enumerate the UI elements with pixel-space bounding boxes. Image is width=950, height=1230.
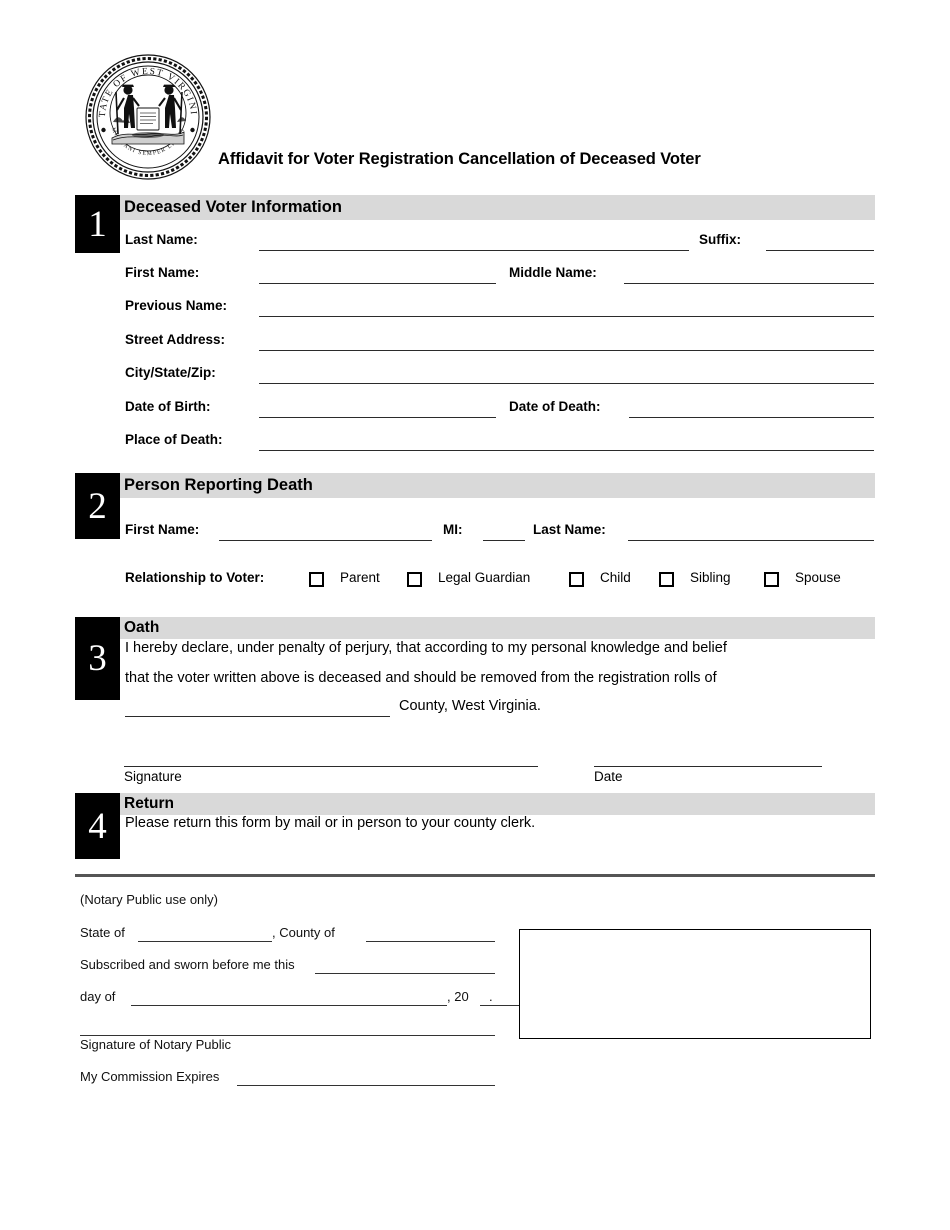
label-day-of: day of: [80, 989, 116, 1004]
row-place-of-death: Place of Death:: [0, 432, 950, 454]
label-first-name: First Name:: [125, 265, 200, 280]
checkbox-spouse[interactable]: [764, 572, 779, 587]
option-label-legal-guardian: Legal Guardian: [438, 570, 531, 585]
input-previous-name[interactable]: [259, 316, 874, 317]
input-day-of[interactable]: [131, 1005, 447, 1006]
label-middle-name: Middle Name:: [509, 265, 597, 280]
input-reporter-mi[interactable]: [483, 540, 525, 541]
input-street-address[interactable]: [259, 350, 874, 351]
row-last-name: Last Name: Suffix:: [0, 232, 950, 254]
input-middle-name[interactable]: [624, 283, 874, 284]
label-date-of-birth: Date of Birth:: [125, 399, 211, 414]
label-reporter-first-name: First Name:: [125, 522, 200, 537]
row-reporter-name: First Name: MI: Last Name:: [0, 522, 950, 544]
input-suffix[interactable]: [766, 250, 874, 251]
section-number-4: 4: [75, 793, 120, 859]
label-notary-county: , County of: [272, 925, 335, 940]
page-title: Affidavit for Voter Registration Cancell…: [218, 150, 701, 168]
row-city-state-zip: City/State/Zip:: [0, 365, 950, 387]
west-virginia-state-seal-icon: STATE OF WEST VIRGINIA MONTANI SEMPER LI…: [79, 45, 213, 182]
label-notary-signature: Signature of Notary Public: [80, 1037, 232, 1052]
label-street-address: Street Address:: [125, 332, 226, 347]
label-subscribed-sworn: Subscribed and sworn before me this: [80, 957, 295, 972]
document-header: STATE OF WEST VIRGINIA MONTANI SEMPER LI…: [0, 0, 950, 190]
option-label-sibling: Sibling: [690, 570, 731, 585]
label-relationship-to-voter: Relationship to Voter:: [125, 570, 265, 585]
oath-text-line-3-suffix: County, West Virginia.: [399, 698, 541, 714]
input-reporter-last-name[interactable]: [628, 540, 874, 541]
input-reporter-first-name[interactable]: [219, 540, 432, 541]
checkbox-sibling[interactable]: [659, 572, 674, 587]
input-city-state-zip[interactable]: [259, 383, 874, 384]
input-signature[interactable]: [124, 766, 538, 767]
label-city-state-zip: City/State/Zip:: [125, 365, 216, 380]
input-notary-state[interactable]: [138, 941, 272, 942]
option-label-parent: Parent: [340, 570, 380, 585]
input-notary-county[interactable]: [366, 941, 495, 942]
label-date: Date: [594, 769, 623, 784]
label-year-prefix: , 20: [447, 989, 469, 1004]
option-label-child: Child: [600, 570, 631, 585]
input-date[interactable]: [594, 766, 822, 767]
label-year-suffix: .: [489, 989, 493, 1004]
row-relationship-to-voter: Relationship to Voter: Parent Legal Guar…: [0, 570, 950, 592]
label-place-of-death: Place of Death:: [125, 432, 223, 447]
checkbox-child[interactable]: [569, 572, 584, 587]
row-first-name: First Name: Middle Name:: [0, 265, 950, 287]
input-place-of-death[interactable]: [259, 450, 874, 451]
checkbox-legal-guardian[interactable]: [407, 572, 422, 587]
label-date-of-death: Date of Death:: [509, 399, 601, 414]
notary-header: (Notary Public use only): [80, 892, 218, 907]
section-1-heading: Deceased Voter Information: [124, 198, 342, 216]
section-2-header-bar: Person Reporting Death: [120, 473, 875, 498]
section-3-heading: Oath: [124, 619, 160, 636]
section-3-header-bar: Oath: [120, 617, 875, 639]
input-notary-signature[interactable]: [80, 1035, 495, 1036]
label-signature: Signature: [124, 769, 182, 784]
input-commission-expires[interactable]: [237, 1085, 495, 1086]
label-suffix: Suffix:: [699, 232, 741, 247]
section-4-header-bar: Return: [120, 793, 875, 815]
checkbox-parent[interactable]: [309, 572, 324, 587]
input-date-of-birth[interactable]: [259, 417, 496, 418]
oath-text-line-1: I hereby declare, under penalty of perju…: [125, 640, 727, 656]
label-reporter-last-name: Last Name:: [533, 522, 606, 537]
section-number-3: 3: [75, 617, 120, 700]
notary-section-divider: [75, 874, 875, 877]
input-subscribed-day[interactable]: [315, 973, 495, 974]
section-4-heading: Return: [124, 795, 174, 812]
section-1-header-bar: Deceased Voter Information: [120, 195, 875, 220]
row-previous-name: Previous Name:: [0, 298, 950, 320]
section-2-heading: Person Reporting Death: [124, 476, 313, 494]
notary-seal-box[interactable]: [519, 929, 871, 1039]
label-notary-state: State of: [80, 925, 125, 940]
label-previous-name: Previous Name:: [125, 298, 228, 313]
return-instructions: Please return this form by mail or in pe…: [125, 815, 536, 831]
input-last-name[interactable]: [259, 250, 689, 251]
label-last-name: Last Name:: [125, 232, 198, 247]
label-commission-expires: My Commission Expires: [80, 1069, 220, 1084]
option-label-spouse: Spouse: [795, 570, 841, 585]
row-street-address: Street Address:: [0, 332, 950, 354]
label-reporter-mi: MI:: [443, 522, 463, 537]
input-first-name[interactable]: [259, 283, 496, 284]
input-county[interactable]: [125, 716, 390, 717]
input-date-of-death[interactable]: [629, 417, 874, 418]
oath-text-line-2: that the voter written above is deceased…: [125, 670, 717, 686]
row-dates: Date of Birth: Date of Death:: [0, 399, 950, 421]
